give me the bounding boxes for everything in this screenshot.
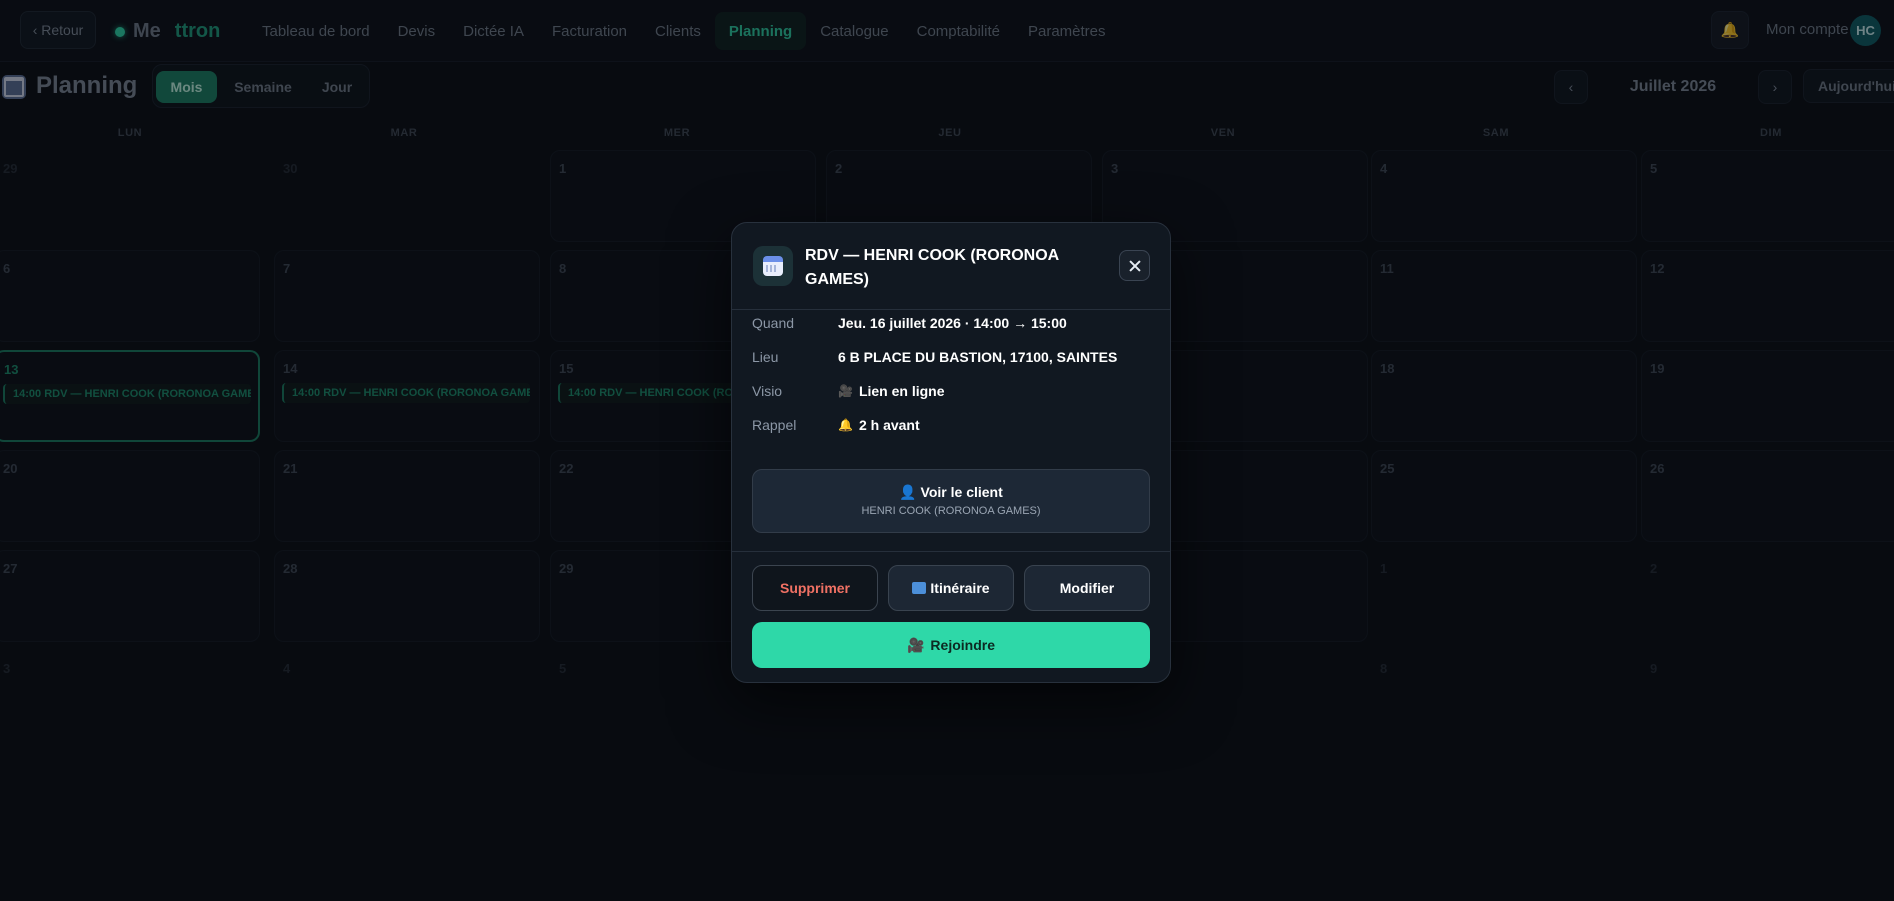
- view-client-label: 👤 Voir le client: [753, 484, 1149, 501]
- event-details-modal: RDV — HENRI COOK (RORONOA GAMES) Quand J…: [731, 222, 1171, 683]
- divider: [732, 551, 1170, 552]
- video-icon: 🎥: [906, 636, 925, 653]
- edit-button[interactable]: Modifier: [1024, 565, 1150, 611]
- reminder-value: 2 h avant: [858, 417, 920, 433]
- join-label: Rejoindre: [930, 637, 995, 653]
- view-client-button[interactable]: 👤 Voir le client HENRI COOK (RORONOA GAM…: [752, 469, 1150, 533]
- detail-value: Jeu. 16 juillet 2026 · 14:00 → 15:00: [838, 315, 1067, 331]
- view-client-text: Voir le client: [920, 484, 1003, 500]
- detail-label: Lieu: [752, 349, 779, 365]
- detail-label: Visio: [752, 383, 783, 399]
- detail-location: Lieu 6 B PLACE DU BASTION, 17100, SAINTE…: [752, 345, 1117, 369]
- detail-value: 6 B PLACE DU BASTION, 17100, SAINTES: [838, 349, 1118, 365]
- delete-button[interactable]: Supprimer: [752, 565, 878, 611]
- event-title: RDV — HENRI COOK (RORONOA GAMES): [805, 247, 1059, 288]
- video-icon: 🎥: [838, 384, 853, 398]
- user-icon: 👤: [899, 484, 917, 500]
- detail-reminder: Rappel 🔔 2 h avant: [752, 413, 920, 437]
- detail-label: Rappel: [752, 417, 797, 433]
- map-icon: [912, 582, 927, 594]
- divider: [732, 309, 1170, 310]
- close-icon[interactable]: [1119, 250, 1150, 281]
- bell-icon: 🔔: [838, 418, 853, 432]
- calendar-icon: [753, 246, 793, 286]
- video-link[interactable]: Lien en ligne: [859, 383, 945, 399]
- detail-label: Quand: [752, 315, 795, 331]
- client-name: HENRI COOK (RORONOA GAMES): [861, 505, 1041, 517]
- detail-value: 🔔 2 h avant: [838, 417, 920, 433]
- join-button[interactable]: 🎥 Rejoindre: [752, 622, 1150, 668]
- detail-value[interactable]: 🎥 Lien en ligne: [838, 383, 945, 399]
- route-label: Itinéraire: [930, 580, 990, 596]
- detail-video: Visio 🎥 Lien en ligne: [752, 379, 945, 403]
- detail-when: Quand Jeu. 16 juillet 2026 · 14:00 → 15:…: [752, 311, 1067, 335]
- route-button[interactable]: Itinéraire: [888, 565, 1014, 611]
